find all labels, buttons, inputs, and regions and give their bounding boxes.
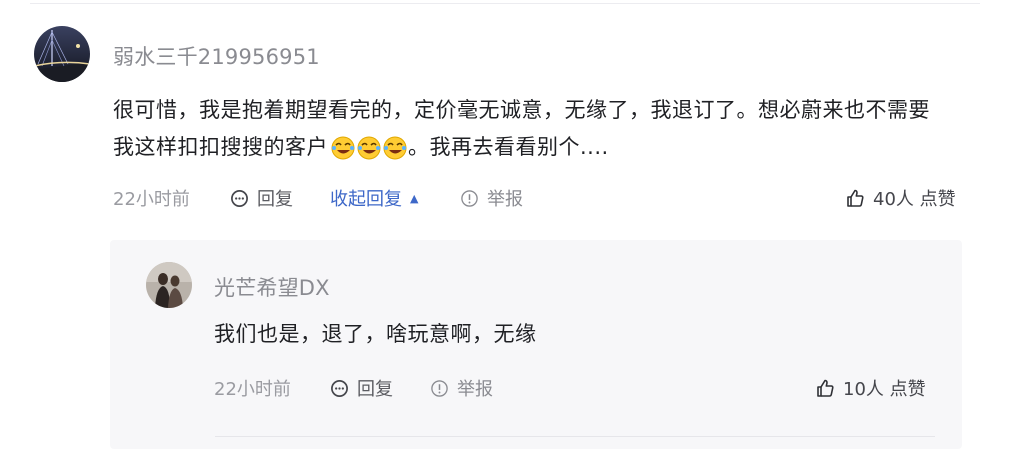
- reply-bubble-icon: [230, 189, 249, 208]
- comment-avatar[interactable]: [34, 26, 90, 82]
- comment-report-label: 举报: [487, 189, 523, 210]
- reply-reply-label: 回复: [357, 379, 393, 400]
- comment-time: 22小时前: [113, 189, 190, 210]
- report-info-icon: [460, 189, 479, 208]
- comment-report-button[interactable]: 举报: [460, 185, 523, 211]
- reply-like-button[interactable]: 10人 点赞: [815, 375, 926, 401]
- reply-reply-button[interactable]: 回复: [330, 375, 393, 401]
- comment-like-button[interactable]: 40人 点赞: [845, 185, 956, 211]
- comment-collapse-replies-button[interactable]: 收起回复 ▲: [330, 185, 418, 211]
- comment-reply-button[interactable]: 回复: [230, 185, 293, 211]
- reply-username[interactable]: 光芒希望DX: [214, 272, 330, 302]
- reply-report-label: 举报: [457, 379, 493, 400]
- comment-username[interactable]: 弱水三千219956951: [113, 41, 320, 71]
- reply-text: 我们也是，退了，啥玩意啊，无缘: [214, 322, 537, 346]
- comment-text-line1: 很可惜，我是抱着期望看完的，定价毫无诚意，无缘了，我退订了。想必蔚来也不需要: [113, 98, 930, 122]
- top-divider: [30, 3, 980, 4]
- reply-bubble-icon: [330, 379, 349, 398]
- reply-avatar[interactable]: [146, 262, 192, 308]
- comment-collapse-label: 收起回复: [330, 189, 402, 210]
- report-info-icon: [430, 379, 449, 398]
- comment-action-row: 22小时前 回复 收起回复 ▲ 举报 40人 点赞: [0, 182, 1033, 212]
- comment-text-line2-post: 。我再去看看别个....: [408, 135, 609, 159]
- reply-time: 22小时前: [214, 379, 291, 400]
- thumbs-up-icon: [845, 188, 865, 208]
- comment-text: 很可惜，我是抱着期望看完的，定价毫无诚意，无缘了，我退订了。想必蔚来也不需要 我…: [113, 92, 973, 166]
- comment-text-line2-pre: 我这样扣扣搜搜的客户: [113, 135, 328, 159]
- reply-divider: [215, 436, 935, 437]
- triangle-up-icon: ▲: [410, 191, 419, 205]
- thumbs-up-icon: [815, 378, 835, 398]
- comment-reply-label: 回复: [257, 189, 293, 210]
- rofl-emoji-icon: [330, 135, 408, 161]
- reply-action-row: 22小时前 回复 举报 10人 点赞: [0, 372, 1033, 402]
- reply-like-label: 10人 点赞: [843, 379, 926, 400]
- reply-report-button[interactable]: 举报: [430, 375, 493, 401]
- comment-like-label: 40人 点赞: [873, 189, 956, 210]
- comment-text-line2: 我这样扣扣搜搜的客户 。我再去看看别个....: [113, 129, 973, 166]
